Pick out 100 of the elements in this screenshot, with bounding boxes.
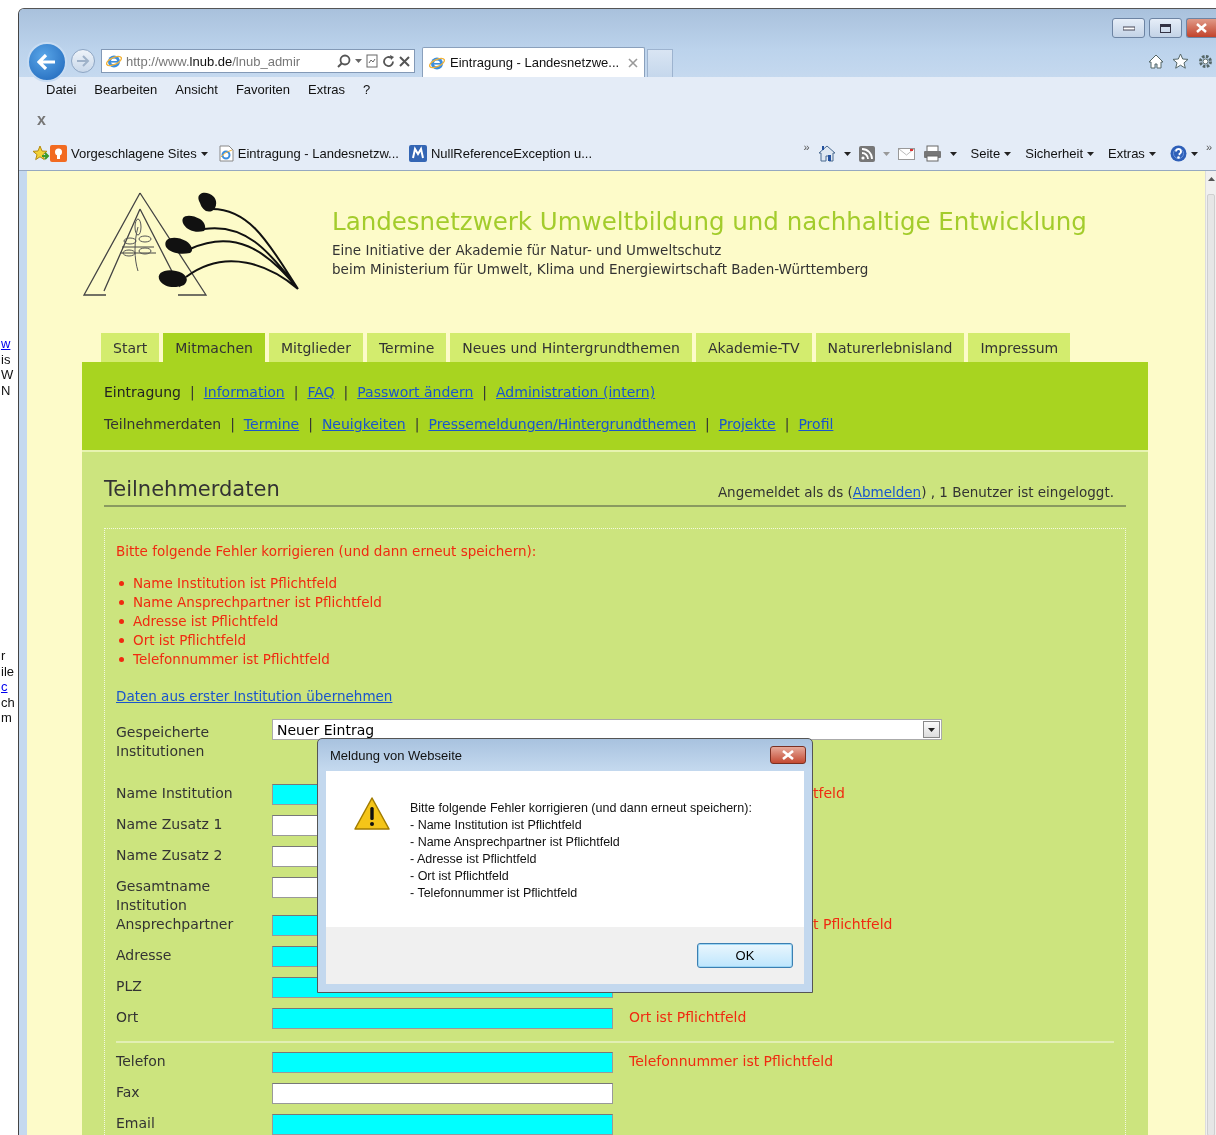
current-page-label: Teilnehmerdaten bbox=[104, 416, 222, 432]
subnav-link[interactable]: FAQ bbox=[307, 384, 335, 400]
command-bar-menu[interactable]: Seite bbox=[970, 146, 1012, 161]
background-window-text: ch bbox=[1, 694, 15, 710]
menu-item[interactable]: Ansicht bbox=[166, 82, 227, 97]
caret-icon bbox=[1004, 151, 1012, 156]
field-label: Name Zusatz 2 bbox=[116, 846, 224, 865]
caret-icon bbox=[355, 59, 362, 63]
dropdown[interactable]: Neuer Eintrag bbox=[272, 719, 942, 740]
bullet-icon bbox=[119, 638, 124, 643]
separator-text: | bbox=[414, 416, 420, 432]
field-label: Gespeicherte Institutionen bbox=[116, 723, 211, 761]
favorites-link[interactable]: Eintragung - Landesnetzw... bbox=[217, 145, 399, 162]
toolbar-overflow-button[interactable]: » bbox=[803, 141, 810, 153]
printer-icon[interactable] bbox=[922, 145, 942, 162]
ok-button[interactable]: OK bbox=[697, 943, 793, 968]
menu-item[interactable]: Datei bbox=[37, 82, 86, 97]
bullet-icon bbox=[119, 581, 124, 586]
input-field[interactable] bbox=[272, 1083, 613, 1104]
caret-icon bbox=[1148, 151, 1156, 156]
background-window-text: m bbox=[1, 710, 12, 726]
right-arrow-icon bbox=[76, 55, 90, 67]
nav-tab[interactable]: Mitglieder bbox=[268, 333, 363, 362]
subnav-link[interactable]: Profil bbox=[798, 416, 834, 432]
field-label: Gesamtname Institution bbox=[116, 877, 212, 915]
settings-icon[interactable] bbox=[1197, 52, 1214, 70]
star-icon[interactable] bbox=[1172, 53, 1189, 69]
menu-item[interactable]: ? bbox=[353, 82, 380, 97]
caret-icon bbox=[843, 151, 851, 156]
subnav-link[interactable]: Information bbox=[203, 384, 285, 400]
nav-tab[interactable]: Start bbox=[101, 333, 160, 362]
favorites-star-icon[interactable] bbox=[32, 145, 50, 162]
subnav-link[interactable]: Passwort ändern bbox=[357, 384, 474, 400]
current-page-label: Eintragung bbox=[104, 384, 181, 400]
bullet-icon bbox=[119, 600, 124, 605]
menu-item[interactable]: Favoriten bbox=[226, 82, 300, 97]
separator-text: | bbox=[784, 416, 790, 432]
validation-message: Telefonnummer ist Pflichtfeld bbox=[628, 1052, 835, 1071]
field-label: Ort bbox=[116, 1008, 140, 1027]
dialog-message-line: - Ort ist Pflichtfeld bbox=[410, 868, 510, 885]
subnav-link[interactable]: Administration (intern) bbox=[496, 384, 656, 400]
feed-icon[interactable] bbox=[858, 145, 875, 162]
nav-tab[interactable]: Akademie-TV bbox=[695, 333, 812, 362]
close-icon bbox=[399, 55, 410, 67]
field-label: Fax bbox=[116, 1083, 141, 1102]
dropdown-caret-icon bbox=[928, 727, 935, 732]
favorites-link[interactable]: NullReferenceException u... bbox=[408, 145, 593, 162]
close-button[interactable] bbox=[770, 746, 806, 764]
field-label: Adresse bbox=[116, 946, 173, 965]
separator-text: | bbox=[482, 384, 488, 400]
caret-icon bbox=[1087, 151, 1095, 156]
logout-link[interactable]: Abmelden bbox=[852, 484, 922, 500]
menu-item[interactable]: Bearbeiten bbox=[85, 82, 167, 97]
field-label: Email bbox=[116, 1114, 156, 1133]
validation-message: Ort ist Pflichtfeld bbox=[628, 1008, 748, 1027]
menu-item[interactable]: Extras bbox=[299, 82, 354, 97]
vertical-scrollbar[interactable] bbox=[1205, 171, 1216, 1135]
browser-tab[interactable]: Eintragung - Landesnetzwe... bbox=[422, 47, 645, 77]
address-field[interactable]: http://www.lnub.de/lnub_admir bbox=[101, 49, 415, 73]
input-field[interactable] bbox=[272, 1052, 613, 1073]
document-icon bbox=[366, 54, 378, 68]
background-window-text: c bbox=[1, 679, 8, 695]
subnav-link[interactable]: Termine bbox=[243, 416, 300, 432]
maximize-button[interactable] bbox=[1149, 18, 1182, 38]
nav-tab[interactable]: Naturerlebnisland bbox=[815, 333, 965, 362]
close-toolbar-button[interactable]: x bbox=[37, 110, 46, 129]
subnav-link[interactable]: Neuigkeiten bbox=[321, 416, 406, 432]
back-button[interactable] bbox=[27, 42, 67, 82]
subnav-link[interactable]: Projekte bbox=[718, 416, 776, 432]
nav-tab[interactable]: Neues und Hintergrundthemen bbox=[450, 333, 692, 362]
lightbulb-icon bbox=[50, 145, 67, 162]
background-window-text: ile bbox=[1, 663, 14, 679]
close-icon bbox=[782, 750, 794, 760]
favorites-link[interactable]: Vorgeschlagene Sites bbox=[50, 145, 208, 162]
dialog-message-line: - Adresse ist Pflichtfeld bbox=[410, 851, 538, 868]
command-bar-menu[interactable]: Extras bbox=[1108, 146, 1156, 161]
subtitle-text: beim Ministerium für Umwelt, Klima und Energiewirtschaft Baden-Württemberg bbox=[332, 260, 870, 279]
toolbar-overflow-button[interactable]: » bbox=[1205, 141, 1212, 153]
input-field[interactable] bbox=[272, 1114, 613, 1135]
error-message: Name Institution ist Pflichtfeld bbox=[133, 574, 338, 593]
home-icon[interactable] bbox=[1148, 53, 1164, 69]
separator-text: | bbox=[343, 384, 349, 400]
help-button[interactable] bbox=[1169, 145, 1198, 162]
left-arrow-icon bbox=[37, 54, 57, 70]
search-icon bbox=[337, 54, 351, 68]
command-bar-menu[interactable]: Sicherheit bbox=[1025, 146, 1095, 161]
nav-tab[interactable]: Impressum bbox=[968, 333, 1071, 362]
nav-tab[interactable]: Mitmachen bbox=[163, 333, 265, 362]
copy-data-link[interactable]: Daten aus erster Institution übernehmen bbox=[116, 688, 393, 704]
home-icon[interactable] bbox=[817, 145, 836, 162]
subnav-link[interactable]: Pressemeldungen/Hintergrundthemen bbox=[428, 416, 697, 432]
input-field[interactable] bbox=[272, 1008, 613, 1029]
error-message: Name Ansprechpartner ist Pflichtfeld bbox=[133, 593, 382, 612]
background-window-text: r bbox=[1, 648, 6, 664]
browser-page-icon bbox=[217, 145, 234, 162]
dialog-message-line: Bitte folgende Fehler korrigieren (und dann erneut speichern): bbox=[410, 800, 752, 817]
mail-icon[interactable] bbox=[897, 147, 915, 160]
nav-tab[interactable]: Termine bbox=[366, 333, 447, 362]
close-button[interactable] bbox=[1186, 18, 1216, 38]
close-icon bbox=[1196, 23, 1207, 33]
